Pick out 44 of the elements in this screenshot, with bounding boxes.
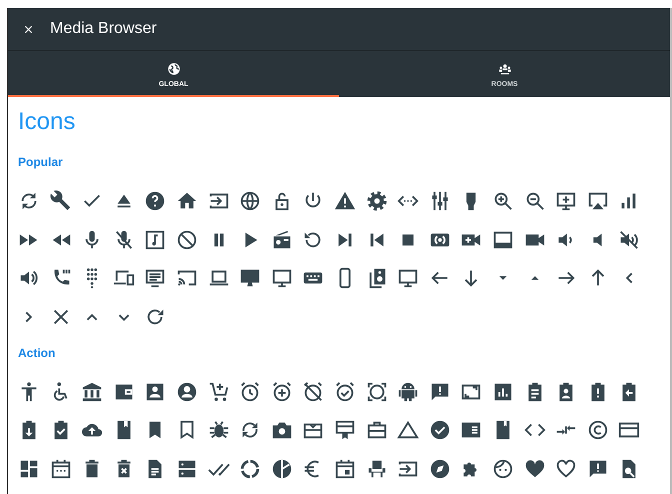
calendar-icon[interactable] bbox=[50, 458, 72, 480]
desktop-icon[interactable] bbox=[239, 267, 262, 289]
robot-icon[interactable] bbox=[397, 380, 420, 402]
bank-icon[interactable] bbox=[81, 380, 104, 402]
close-icon[interactable] bbox=[23, 24, 34, 34]
heart-icon[interactable] bbox=[524, 458, 546, 480]
help-icon[interactable] bbox=[144, 190, 166, 212]
globe-icon bbox=[166, 62, 180, 76]
airplay-icon[interactable] bbox=[586, 190, 609, 212]
certificate-icon[interactable] bbox=[334, 419, 356, 441]
mute-icon[interactable] bbox=[618, 228, 640, 250]
heart-outline-icon[interactable] bbox=[555, 458, 578, 480]
alarm-icon[interactable] bbox=[239, 380, 262, 402]
wrench-icon[interactable] bbox=[50, 190, 72, 212]
alarm-plus-icon[interactable] bbox=[270, 380, 293, 402]
monitor-icon[interactable] bbox=[397, 267, 420, 289]
warning-icon[interactable] bbox=[334, 190, 356, 212]
check-circle-icon[interactable] bbox=[428, 419, 451, 441]
account-circle-icon[interactable] bbox=[176, 380, 198, 402]
page-heading: Icons bbox=[18, 107, 76, 137]
bug-icon[interactable] bbox=[208, 419, 230, 441]
globe-icon[interactable] bbox=[239, 190, 262, 212]
alarm-check-icon[interactable] bbox=[334, 380, 356, 402]
compass-icon[interactable] bbox=[428, 458, 451, 480]
settings-icon[interactable] bbox=[366, 190, 388, 212]
section-title: Action bbox=[18, 346, 56, 360]
monitor-plus-icon[interactable] bbox=[555, 190, 578, 212]
briefcase-icon[interactable] bbox=[366, 419, 388, 441]
copyright-icon[interactable] bbox=[586, 419, 609, 441]
window-title: Media Browser bbox=[50, 20, 157, 38]
alarm-off-icon[interactable] bbox=[302, 380, 324, 402]
face-icon[interactable] bbox=[492, 458, 514, 480]
music-note-icon[interactable] bbox=[144, 228, 166, 250]
triangle-outline-icon[interactable] bbox=[397, 419, 420, 441]
dashed-circle-icon[interactable] bbox=[239, 458, 262, 480]
monitor-outline-icon[interactable] bbox=[270, 267, 293, 289]
cancel-icon[interactable] bbox=[176, 228, 198, 250]
section-title: Popular bbox=[18, 155, 64, 169]
monitor-text-icon[interactable] bbox=[144, 267, 166, 289]
calendar-today-icon[interactable] bbox=[334, 458, 356, 480]
people-icon bbox=[498, 62, 512, 76]
pie-chart-icon[interactable] bbox=[270, 458, 293, 480]
focus-circle-icon[interactable] bbox=[366, 380, 388, 402]
cart-plus-icon[interactable] bbox=[208, 380, 230, 402]
